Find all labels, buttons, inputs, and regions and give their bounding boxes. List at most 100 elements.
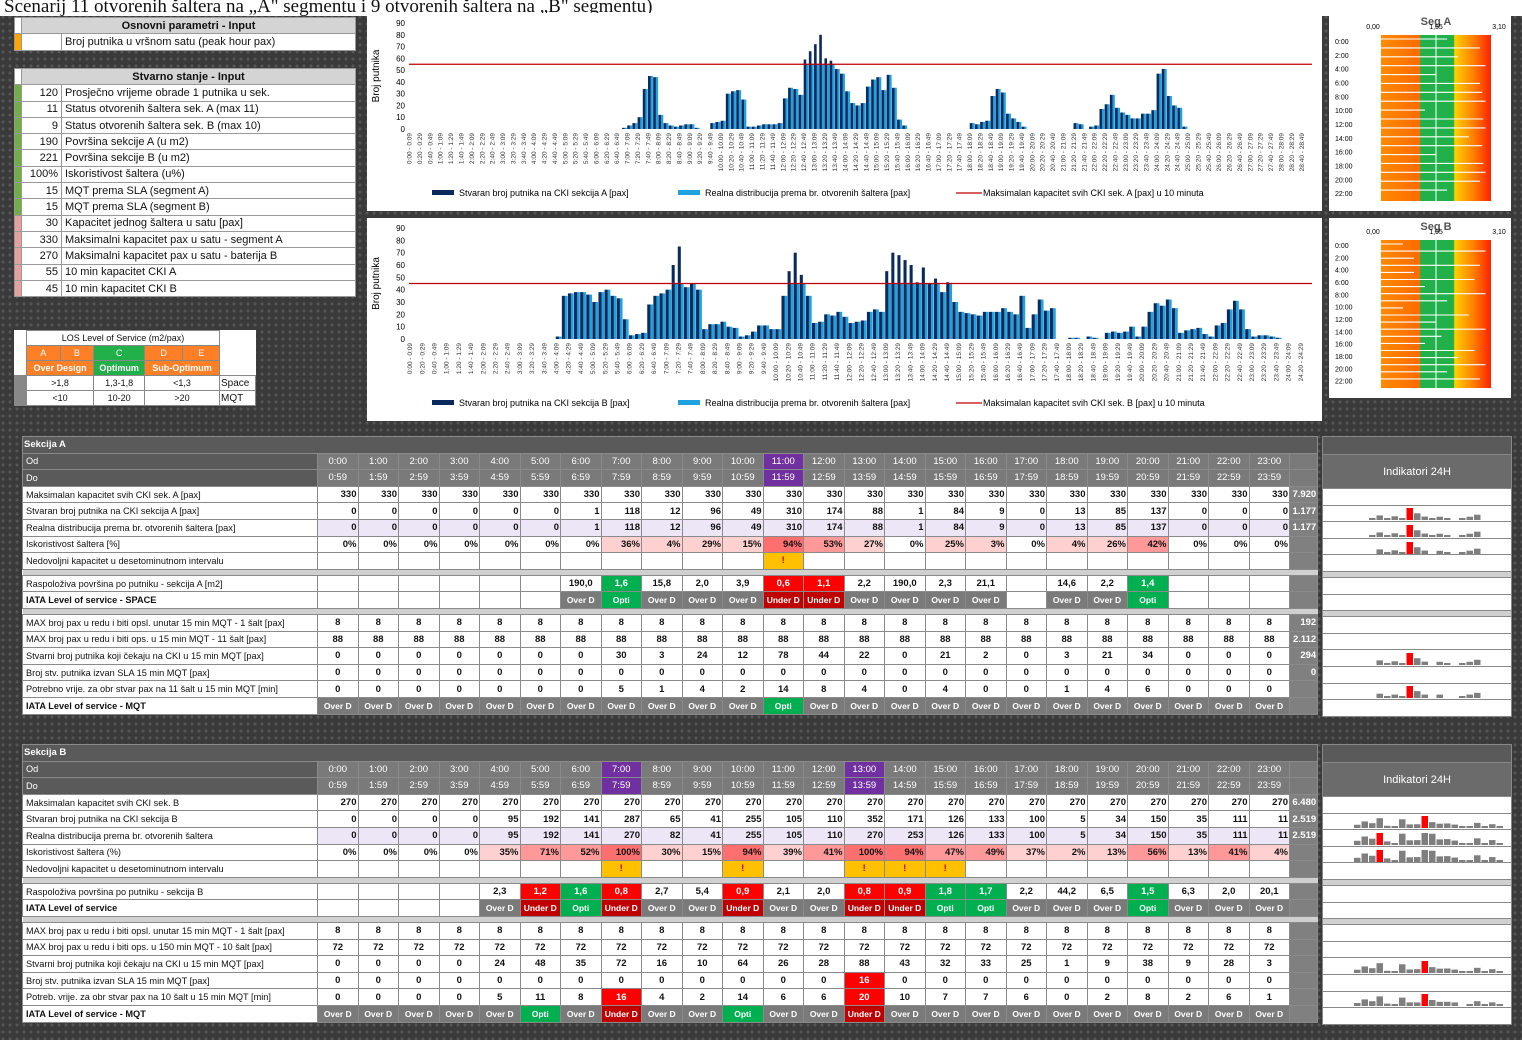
hour-od: 23:00 xyxy=(1248,760,1290,779)
input-value[interactable] xyxy=(21,33,62,51)
bar-stvaran xyxy=(873,309,877,339)
hour-od: 1:00 xyxy=(357,452,399,471)
input-label: MQT prema SLA (segment B) xyxy=(61,198,356,216)
input-value[interactable]: 45 xyxy=(21,279,62,298)
bar-stvaran xyxy=(886,74,890,129)
value-cell xyxy=(641,552,683,570)
value-cell xyxy=(762,860,804,878)
sparkline-bar xyxy=(1459,971,1466,974)
x-tick-label: 22:00 - 22:09 xyxy=(1212,343,1219,382)
sparkline-bar xyxy=(1391,549,1398,554)
value-cell: 8 xyxy=(1046,921,1088,940)
value-cell: 21 xyxy=(924,647,966,665)
value-cell: Over D xyxy=(843,591,885,609)
los-optimum: Optimum xyxy=(93,360,146,376)
sparkline-bar xyxy=(1429,518,1436,521)
value-cell: Over D xyxy=(1046,899,1088,917)
value-cell: 5 xyxy=(479,988,521,1006)
bar-stvaran xyxy=(921,267,925,339)
value-cell xyxy=(357,591,399,609)
total-cell: 6.480 xyxy=(1288,793,1319,812)
sparkline-bar xyxy=(1459,696,1466,699)
heatmap-time: 22:00 xyxy=(1335,379,1353,386)
bar-realna xyxy=(1184,126,1188,129)
bar-realna xyxy=(863,103,866,129)
input-value[interactable]: 55 xyxy=(21,263,62,281)
value-cell: 72 xyxy=(722,938,764,957)
input-value[interactable]: 270 xyxy=(21,247,62,265)
bar-stvaran xyxy=(970,314,974,339)
bar-realna xyxy=(1217,325,1221,339)
sparkline-bar xyxy=(1429,967,1436,974)
value-cell: 2,7 xyxy=(641,882,683,901)
indicator-cell xyxy=(1322,682,1512,701)
sparkline-bar xyxy=(1421,832,1428,845)
value-cell: 38 xyxy=(1127,955,1169,973)
value-cell: 330 xyxy=(1208,485,1250,504)
sparkline-bar xyxy=(1429,822,1436,829)
total-cell xyxy=(1288,988,1319,1006)
bar-realna xyxy=(722,120,726,129)
row-label: MAX broj pax u redu i biti ops. u 150 mi… xyxy=(22,938,318,957)
heatmap-time: 16:00 xyxy=(1335,150,1353,157)
x-tick-label: 14:20 - 14:29 xyxy=(932,343,939,382)
bar-stvaran xyxy=(1135,336,1139,339)
value-cell: 7 xyxy=(965,988,1007,1006)
input-value[interactable]: 30 xyxy=(21,214,62,232)
bar-realna xyxy=(1144,326,1148,339)
bar-stvaran xyxy=(1001,308,1005,339)
bar-stvaran xyxy=(958,311,962,339)
value-cell: Opti xyxy=(600,591,642,609)
bar-stvaran xyxy=(1172,105,1175,129)
sparkline-bar xyxy=(1391,842,1398,845)
sparkline-bar xyxy=(1429,1000,1436,1007)
input-value[interactable]: 100% xyxy=(21,165,62,184)
value-cell: 0 xyxy=(1208,971,1250,990)
row-label: Iskoristivost šaltera (%) xyxy=(22,843,318,862)
bar-realna xyxy=(900,283,904,339)
hour-do: 17:59 xyxy=(1005,777,1047,795)
indicator-cell xyxy=(1322,576,1512,595)
total-cell xyxy=(1288,535,1319,554)
value-cell: 44 xyxy=(803,647,845,665)
value-cell: 8 xyxy=(1248,921,1290,940)
value-cell xyxy=(560,860,602,878)
input-label: 10 min kapacitet CKI A xyxy=(61,263,356,281)
hour-od: 18:00 xyxy=(1046,452,1088,471)
heatmap-time: 20:00 xyxy=(1335,366,1353,373)
value-cell xyxy=(1167,860,1209,878)
bar-realna xyxy=(837,68,840,129)
input-value[interactable]: 330 xyxy=(21,230,62,249)
sparkline-bar xyxy=(1444,1002,1451,1007)
value-cell: 8 xyxy=(1086,613,1128,632)
value-cell: 0 xyxy=(317,647,359,665)
bar-stvaran xyxy=(762,124,765,129)
chart-section-a: Broj putnika 0 10 20 30 40 50 60 70 80 90 0:00 - 0:… xyxy=(367,13,1322,211)
value-cell: Over D xyxy=(641,899,683,917)
input-value[interactable]: 15 xyxy=(21,198,62,216)
bar-realna xyxy=(1205,334,1209,339)
x-tick-label: 16:40 - 16:49 xyxy=(1017,343,1024,382)
value-cell xyxy=(479,591,521,609)
input-value[interactable]: 190 xyxy=(21,133,62,151)
input-value[interactable]: 15 xyxy=(21,182,62,200)
hour-od: 10:00 xyxy=(722,452,764,471)
input-value[interactable]: 11 xyxy=(21,100,62,118)
input-value[interactable]: 120 xyxy=(21,84,62,102)
x-tick-label: 1:40 - 1:49 xyxy=(458,133,465,164)
total-cell: 1.177 xyxy=(1288,502,1319,520)
value-cell: 0 xyxy=(398,955,440,973)
value-cell xyxy=(560,552,602,570)
x-tick-label: 3:20 - 3:29 xyxy=(529,343,536,374)
bar-realna xyxy=(1112,94,1115,129)
input-value[interactable]: 221 xyxy=(21,149,62,167)
y-tick-label: 20 xyxy=(396,310,405,319)
total-cell xyxy=(1288,843,1319,862)
total-cell xyxy=(1288,760,1319,779)
sparkline-bar xyxy=(1466,1004,1473,1007)
input-value[interactable]: 9 xyxy=(21,116,62,135)
row-label: Broj stv. putnika izvan SLA 15 min MQT [… xyxy=(22,971,318,990)
x-tick-label: 3:00 - 3:09 xyxy=(517,343,524,374)
x-tick-label: 1:00 - 1:09 xyxy=(444,343,451,374)
bar-realna xyxy=(1168,299,1172,339)
